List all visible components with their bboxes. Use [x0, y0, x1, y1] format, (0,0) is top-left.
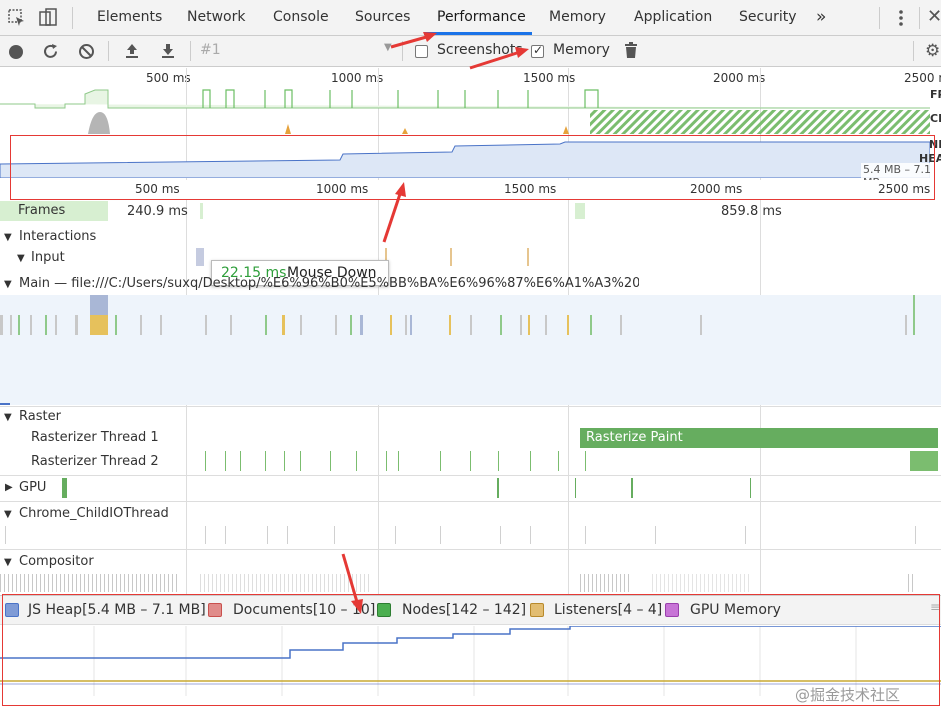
expand-triangle-icon[interactable]: ▼ — [4, 232, 12, 243]
annotation-arrow — [382, 182, 406, 243]
tab-elements[interactable]: Elements — [97, 0, 162, 35]
tab-performance[interactable]: Performance — [437, 0, 526, 35]
expand-triangle-icon[interactable]: ▼ — [4, 412, 12, 423]
main-thread-label: Main — file:///C:/Users/suxq/Desktop/%E6… — [19, 276, 639, 291]
rasterize-paint-label: Rasterize Paint — [586, 430, 683, 445]
frame-duration: 240.9 ms — [127, 204, 188, 219]
tab-console[interactable]: Console — [273, 0, 329, 35]
cpu-lane — [88, 110, 930, 134]
rasterizer-thread-2-events[interactable] — [180, 451, 941, 471]
tab-application[interactable]: Application — [634, 0, 712, 35]
trash-icon[interactable] — [624, 42, 638, 63]
frame-duration: 859.8 ms — [721, 204, 782, 219]
annotation-arrow — [390, 32, 437, 49]
overview-tick: 500 ms — [146, 71, 191, 85]
tab-security[interactable]: Security — [739, 0, 797, 35]
devtools-tab-bar: Elements Network Console Sources Perform… — [0, 0, 941, 36]
rasterizer-thread-2-label: Rasterizer Thread 2 — [31, 454, 159, 469]
rasterize-paint-event[interactable]: Rasterize Paint — [580, 428, 938, 448]
rasterizer-thread-1-label: Rasterizer Thread 1 — [31, 430, 159, 445]
compositor-label: Compositor — [19, 554, 94, 569]
close-icon[interactable]: ✕ — [927, 6, 941, 27]
download-icon[interactable] — [160, 42, 176, 63]
fps-lane — [0, 89, 930, 109]
more-tabs-button[interactable]: » — [816, 0, 826, 35]
frames-label: Frames — [18, 203, 66, 218]
fps-lane-label: FP — [930, 88, 941, 101]
clear-icon[interactable] — [78, 43, 95, 64]
memory-label: Memory — [553, 42, 610, 58]
cpu-lane-label: CP — [930, 112, 941, 125]
compositor-events[interactable] — [0, 574, 941, 592]
reload-record-icon[interactable] — [42, 43, 59, 64]
annotation-box-counters — [2, 594, 940, 706]
annotation-arrow — [341, 553, 363, 614]
tab-network[interactable]: Network — [187, 0, 245, 35]
input-event[interactable] — [196, 248, 204, 266]
gear-icon[interactable]: ⚙ — [925, 41, 940, 61]
expand-triangle-icon[interactable]: ▼ — [17, 253, 25, 264]
frames-track[interactable]: Frames 240.9 ms 859.8 ms — [0, 201, 941, 223]
tab-memory[interactable]: Memory — [549, 0, 606, 35]
main-thread-flamechart[interactable] — [0, 295, 941, 405]
input-label: Input — [31, 250, 65, 265]
upload-icon[interactable] — [124, 42, 140, 63]
device-toolbar-icon[interactable] — [38, 8, 58, 32]
kebab-menu-icon[interactable] — [897, 9, 905, 31]
annotation-box-overview — [10, 135, 935, 200]
annotation-arrow — [469, 47, 529, 70]
child-io-thread-label: Chrome_ChildIOThread — [19, 506, 169, 521]
overview-tick: 2000 ms — [713, 71, 766, 85]
gpu-events[interactable] — [0, 478, 941, 498]
expand-triangle-icon[interactable]: ▼ — [4, 279, 12, 290]
interactions-label: Interactions — [19, 229, 97, 244]
overview-tick: 2500 ms — [904, 71, 941, 85]
recording-select[interactable]: #1 — [200, 42, 221, 58]
expand-triangle-icon[interactable]: ▼ — [4, 557, 12, 568]
raster-label: Raster — [19, 409, 61, 424]
expand-triangle-icon[interactable]: ▼ — [4, 509, 12, 520]
child-io-events[interactable] — [0, 526, 941, 544]
record-icon[interactable] — [8, 44, 24, 64]
inspect-element-icon[interactable] — [8, 9, 26, 31]
overview-tick: 1000 ms — [331, 71, 384, 85]
